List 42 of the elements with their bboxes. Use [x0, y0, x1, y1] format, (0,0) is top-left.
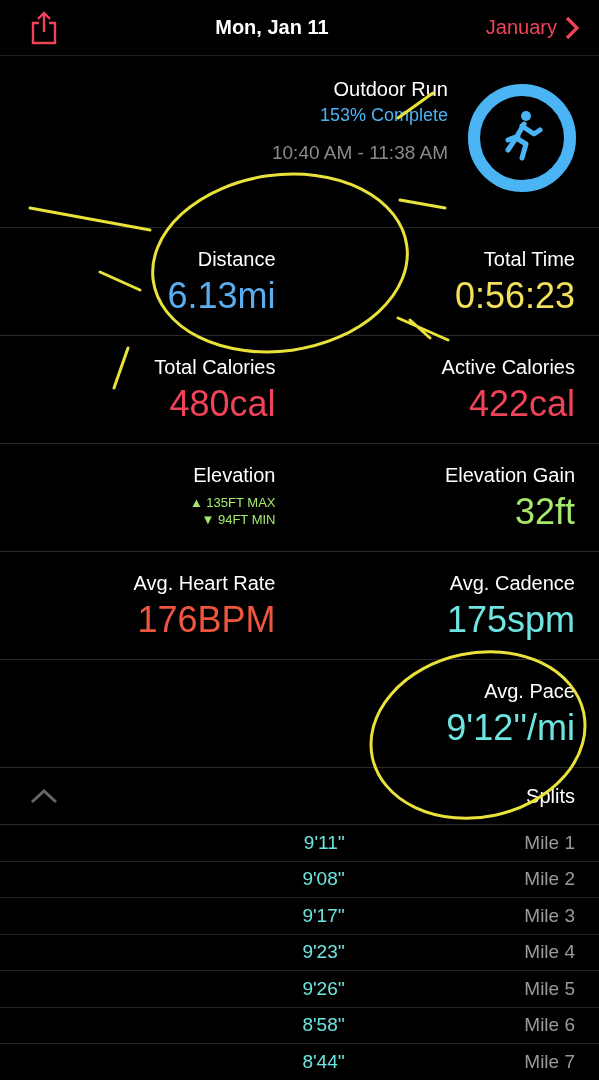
split-mile: Mile 5	[523, 977, 575, 1000]
min-elevation: ▼ 94FT MIN	[201, 512, 276, 527]
split-pace: 9'26''	[301, 977, 345, 1000]
workout-name: Outdoor Run	[333, 78, 448, 101]
split-mile: Mile 4	[523, 941, 575, 964]
metric-label: Avg. Pace	[484, 680, 575, 703]
split-pace: 8'44''	[301, 1050, 345, 1073]
metric-label: Distance	[197, 248, 276, 271]
chevron-icon	[565, 15, 579, 40]
split-pace: 9'08''	[301, 868, 345, 891]
metric-label: Total Time	[483, 248, 575, 271]
collapse-icon[interactable]	[30, 788, 58, 804]
split-mile: Mile 1	[523, 831, 575, 854]
metric-value: 480cal	[169, 383, 276, 425]
metric-value: 6.13mi	[167, 275, 276, 317]
progress-text: 153% Complete	[319, 105, 448, 126]
metric-value: 175spm	[446, 599, 575, 641]
split-pace: 9'11''	[302, 831, 345, 854]
metric-label: Elevation	[193, 464, 276, 487]
metric-label: Avg. Heart Rate	[133, 572, 276, 595]
metric-label: Active Calories	[441, 356, 575, 379]
date-title: Mon, Jan 11	[215, 16, 329, 39]
metric-label: Elevation Gain	[444, 464, 575, 487]
split-mile: Mile 6	[523, 1014, 575, 1037]
metric-label: Avg. Cadence	[449, 572, 575, 595]
split-pace: 8'58''	[301, 1014, 345, 1037]
metric-value: 9'12''/mi	[446, 707, 575, 749]
metric-value: 422cal	[468, 383, 575, 425]
split-pace: 9'17''	[301, 904, 345, 927]
split-pace: 9'23''	[301, 941, 345, 964]
time-range: 10:40 AM - 11:38 AM	[271, 142, 448, 164]
metric-value: 0:56:23	[454, 275, 575, 317]
max-elevation: ▲ 135FT MAX	[189, 495, 276, 510]
split-mile: Mile 2	[523, 868, 575, 891]
split-mile: Mile 7	[523, 1050, 575, 1073]
metric-value: 176BPM	[137, 599, 276, 641]
metric-label: Total Calories	[154, 356, 276, 379]
back-button[interactable]: January	[485, 15, 579, 40]
share-icon[interactable]	[30, 10, 58, 45]
metric-value: 32ft	[514, 491, 575, 533]
split-mile: Mile 3	[523, 904, 575, 927]
runner-icon	[505, 111, 543, 161]
